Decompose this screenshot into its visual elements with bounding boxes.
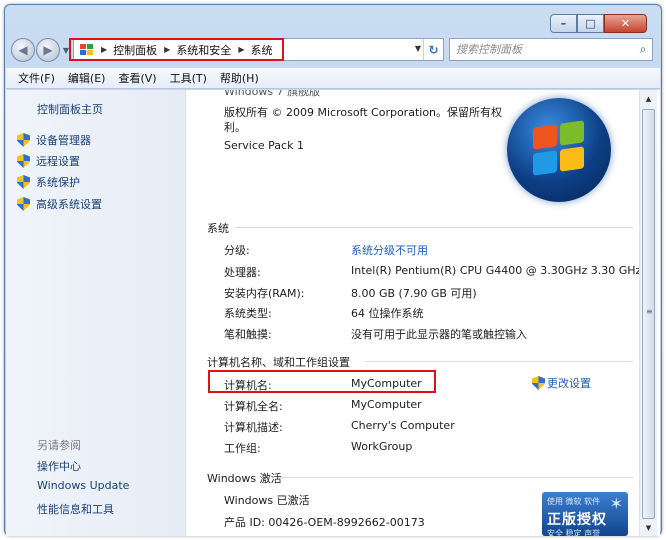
- breadcrumb-system-security[interactable]: 系统和安全: [176, 42, 231, 58]
- computer-description-value: Cherry's Computer: [351, 419, 455, 432]
- menu-bar: 文件(F) 编辑(E) 查看(V) 工具(T) 帮助(H): [6, 68, 660, 89]
- uac-shield-icon: [17, 133, 30, 147]
- remote-settings-label: 远程设置: [36, 155, 80, 168]
- breadcrumb-separator[interactable]: ▶: [101, 45, 107, 54]
- address-bar[interactable]: ▶ 控制面板 ▶ 系统和安全 ▶ 系统 ▼ ↻: [73, 38, 444, 61]
- content-area: 控制面板主页 设备管理器 远程设置 系统保护 高级系统设置 另请参阅 操作中心 …: [6, 90, 660, 536]
- control-panel-icon: [80, 43, 94, 56]
- breadcrumb-separator[interactable]: ▶: [238, 45, 244, 54]
- copyright-text: 版权所有 © 2009 Microsoft Corporation。保留所有权: [224, 106, 503, 119]
- scroll-thumb[interactable]: ≡: [642, 109, 655, 519]
- system-window: – □ ✕ ◀ ▶ ▼ ▶ 控制面板 ▶ 系统和安全 ▶ 系统 ▼ ↻ 搜索控制…: [4, 4, 662, 536]
- menu-tools[interactable]: 工具(T): [170, 70, 207, 86]
- action-center-link[interactable]: 操作中心: [37, 458, 81, 474]
- task-pane: 控制面板主页 设备管理器 远程设置 系统保护 高级系统设置 另请参阅 操作中心 …: [6, 90, 186, 536]
- scroll-grip-icon: ≡: [646, 307, 653, 316]
- menu-edit[interactable]: 编辑(E): [68, 70, 106, 86]
- computer-description-label: 计算机描述:: [224, 421, 283, 434]
- minimize-button[interactable]: –: [550, 14, 577, 33]
- processor-label: 处理器:: [224, 266, 261, 279]
- recent-pages-dropdown[interactable]: ▼: [61, 46, 71, 55]
- search-box[interactable]: ⌕: [449, 38, 653, 61]
- device-manager-label: 设备管理器: [36, 134, 91, 147]
- computer-name-value: MyComputer: [351, 377, 422, 390]
- rating-label: 分级:: [224, 244, 250, 257]
- pen-touch-label: 笔和触摸:: [224, 328, 272, 341]
- full-computer-name-value: MyComputer: [351, 398, 422, 411]
- activation-section-rule: [279, 477, 633, 478]
- computer-name-label: 计算机名:: [224, 379, 272, 392]
- control-panel-home-link[interactable]: 控制面板主页: [37, 101, 103, 117]
- breadcrumb-separator[interactable]: ▶: [164, 45, 170, 54]
- workgroup-value: WorkGroup: [351, 440, 413, 453]
- advanced-settings-label: 高级系统设置: [36, 198, 102, 211]
- uac-shield-icon: [17, 154, 30, 168]
- menu-file[interactable]: 文件(F): [18, 70, 55, 86]
- processor-value: Intel(R) Pentium(R) CPU G4400 @ 3.30GHz …: [351, 264, 642, 277]
- rating-value-link[interactable]: 系统分级不可用: [351, 242, 428, 258]
- system-type-label: 系统类型:: [224, 307, 272, 320]
- computer-section-rule: [365, 361, 633, 362]
- refresh-button[interactable]: ↻: [423, 39, 443, 60]
- breadcrumb-control-panel[interactable]: 控制面板: [113, 42, 157, 58]
- close-button[interactable]: ✕: [604, 14, 647, 33]
- genuine-badge[interactable]: 使用 微软 软件 正版授权 安全 稳定 声誉 ✶: [542, 492, 628, 536]
- genuine-badge-main: 正版授权: [547, 512, 607, 528]
- computer-name-section-heading: 计算机名称、域和工作组设置: [207, 356, 350, 369]
- system-section-rule: [235, 227, 633, 228]
- scroll-down-arrow[interactable]: ▼: [640, 519, 657, 536]
- maximize-button[interactable]: □: [577, 14, 604, 33]
- windows-update-link[interactable]: Windows Update: [37, 479, 129, 492]
- scroll-up-arrow[interactable]: ▲: [640, 90, 657, 107]
- see-also-heading: 另请参阅: [37, 439, 81, 452]
- navigation-bar: ◀ ▶ ▼ ▶ 控制面板 ▶ 系统和安全 ▶ 系统 ▼ ↻ ⌕: [11, 35, 653, 65]
- forward-arrow-icon: ▶: [43, 43, 53, 57]
- workgroup-label: 工作组:: [224, 442, 261, 455]
- product-id: 产品 ID: 00426-OEM-8992662-00173: [224, 516, 425, 529]
- copyright-text-cont: 利。: [224, 121, 246, 134]
- back-arrow-icon: ◀: [18, 43, 28, 57]
- main-pane: Windows 7 旗舰版 版权所有 © 2009 Microsoft Corp…: [187, 90, 642, 536]
- back-button[interactable]: ◀: [11, 38, 35, 62]
- system-protection-label: 系统保护: [36, 176, 80, 189]
- search-icon[interactable]: ⌕: [634, 42, 652, 57]
- performance-info-link[interactable]: 性能信息和工具: [37, 501, 114, 517]
- genuine-badge-top: 使用 微软 软件: [547, 497, 601, 506]
- genuine-badge-bottom: 安全 稳定 声誉: [547, 529, 601, 536]
- uac-shield-icon: [17, 197, 30, 211]
- change-settings-link[interactable]: 更改设置: [532, 375, 591, 391]
- refresh-icon: ↻: [428, 42, 439, 57]
- menu-view[interactable]: 查看(V): [118, 70, 156, 86]
- system-type-value: 64 位操作系统: [351, 307, 424, 320]
- edition-heading: Windows 7 旗舰版: [224, 90, 321, 98]
- search-input[interactable]: [456, 40, 634, 59]
- vertical-scrollbar[interactable]: ▲ ≡ ▼: [639, 90, 657, 536]
- activation-section-heading: Windows 激活: [207, 472, 282, 485]
- uac-shield-icon: [17, 175, 30, 189]
- star-icon: ✶: [609, 494, 623, 513]
- advanced-settings-link[interactable]: 高级系统设置: [17, 196, 102, 212]
- activation-status: Windows 已激活: [224, 494, 310, 507]
- caption-buttons: – □ ✕: [550, 14, 647, 33]
- forward-button[interactable]: ▶: [36, 38, 60, 62]
- ram-label: 安装内存(RAM):: [224, 287, 305, 300]
- system-protection-link[interactable]: 系统保护: [17, 174, 80, 190]
- ram-value: 8.00 GB (7.90 GB 可用): [351, 287, 477, 300]
- breadcrumb-system[interactable]: 系统: [250, 42, 272, 58]
- device-manager-link[interactable]: 设备管理器: [17, 132, 91, 148]
- windows-logo: [507, 98, 611, 202]
- uac-shield-icon: [532, 376, 545, 390]
- system-section-heading: 系统: [207, 222, 229, 235]
- change-settings-label: 更改设置: [547, 377, 591, 390]
- pen-touch-value: 没有可用于此显示器的笔或触控输入: [351, 328, 527, 341]
- remote-settings-link[interactable]: 远程设置: [17, 153, 80, 169]
- address-dropdown-arrow[interactable]: ▼: [415, 44, 421, 53]
- menu-help[interactable]: 帮助(H): [220, 70, 259, 86]
- service-pack-text: Service Pack 1: [224, 139, 304, 152]
- full-computer-name-label: 计算机全名:: [224, 400, 283, 413]
